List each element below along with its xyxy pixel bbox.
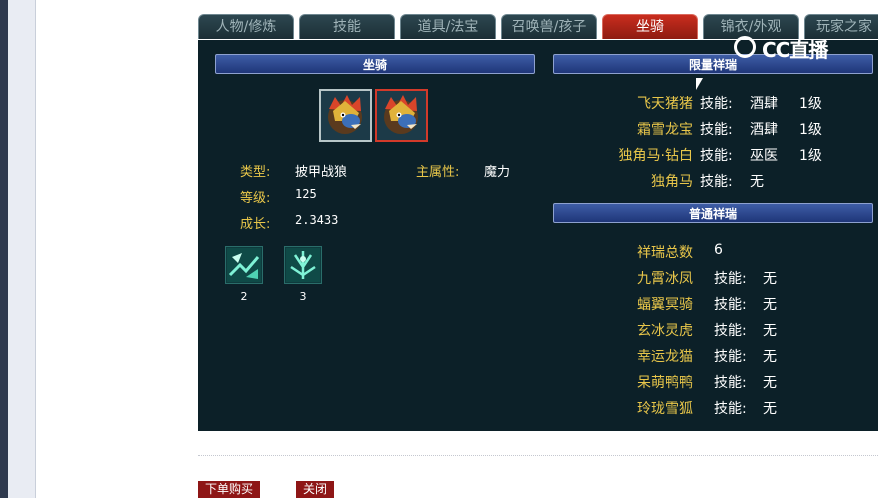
limited-item-skill-label: 技能: — [700, 174, 733, 190]
cc-live-watermark: CC直播 — [732, 34, 852, 62]
normal-item-name: 幸运龙猫 — [637, 349, 693, 365]
mount-type-value: 披甲战狼 — [295, 165, 348, 180]
limited-item-skill: 巫医 — [750, 148, 778, 164]
normal-total-value: 6 — [714, 242, 723, 258]
mount-panel: 坐骑 类型: 披甲战狼 主属性: 魔力 等级: 125 成长: 2.3433 2… — [198, 40, 878, 431]
watermark-text: CC直播 — [762, 38, 828, 62]
main-attr-value: 魔力 — [484, 165, 511, 180]
limited-item-skill-label: 技能: — [700, 148, 733, 164]
tab-mount[interactable]: 坐骑 — [602, 14, 698, 39]
normal-item-skill: 无 — [763, 297, 777, 313]
normal-item-skill: 无 — [763, 401, 777, 417]
limited-item-level: 1级 — [799, 148, 822, 164]
normal-item-skill-label: 技能: — [714, 401, 747, 417]
mouse-cursor-icon — [696, 78, 703, 90]
normal-item-skill-label: 技能: — [714, 323, 747, 339]
normal-item-skill: 无 — [763, 271, 777, 287]
normal-item-skill-label: 技能: — [714, 375, 747, 391]
limited-item-name: 飞天猪猪 — [637, 96, 693, 112]
normal-item-name: 九霄冰凤 — [637, 271, 693, 287]
normal-item-skill-label: 技能: — [714, 349, 747, 365]
normal-item-name: 蝠翼冥骑 — [637, 297, 693, 313]
limited-item-level: 1级 — [799, 96, 822, 112]
limited-item-skill-label: 技能: — [700, 122, 733, 138]
normal-item-name: 呆萌鸭鸭 — [637, 375, 693, 391]
limited-item-level: 1级 — [799, 122, 822, 138]
limited-item-skill: 无 — [750, 174, 764, 190]
tab-skills[interactable]: 技能 — [299, 14, 395, 39]
tab-pets[interactable]: 召唤兽/孩子 — [501, 14, 597, 39]
limited-item-skill: 酒肆 — [750, 122, 778, 138]
mount-type-label: 类型: — [240, 165, 271, 180]
normal-item-skill-label: 技能: — [714, 297, 747, 313]
mount-growth-label: 成长: — [240, 217, 271, 232]
main-attr-label: 主属性: — [416, 165, 460, 180]
buy-button[interactable]: 下单购买 — [198, 481, 260, 498]
normal-item-name: 玄冰灵虎 — [637, 323, 693, 339]
normal-section-header: 普通祥瑞 — [553, 203, 873, 223]
limited-item-skill: 酒肆 — [750, 96, 778, 112]
mount-wolf-icon[interactable] — [319, 89, 372, 142]
limited-item-name: 独角马·钻白 — [618, 148, 693, 164]
mount-skill-2-count: 3 — [299, 290, 307, 303]
close-button[interactable]: 关闭 — [296, 481, 334, 498]
normal-item-skill: 无 — [763, 349, 777, 365]
cc-logo-icon — [734, 36, 756, 58]
mount-skill-2-icon[interactable] — [284, 246, 322, 284]
normal-item-name: 玲珑雪狐 — [637, 401, 693, 417]
left-sidebar-strip — [0, 0, 8, 498]
mount-skill-1-icon[interactable] — [225, 246, 263, 284]
tab-character[interactable]: 人物/修炼 — [198, 14, 294, 39]
limited-item-name: 独角马 — [651, 174, 693, 190]
mount-level-label: 等级: — [240, 191, 271, 206]
footer-divider — [198, 455, 878, 456]
mount-level-value: 125 — [295, 187, 317, 201]
limited-item-skill-label: 技能: — [700, 96, 733, 112]
normal-item-skill: 无 — [763, 375, 777, 391]
normal-item-skill-label: 技能: — [714, 271, 747, 287]
mount-growth-value: 2.3433 — [295, 213, 339, 227]
normal-item-skill: 无 — [763, 323, 777, 339]
limited-item-name: 霜雪龙宝 — [637, 122, 693, 138]
tab-items[interactable]: 道具/法宝 — [400, 14, 496, 39]
normal-total-label: 祥瑞总数 — [637, 245, 693, 261]
mount-skill-1-count: 2 — [240, 290, 248, 303]
mount-section-header: 坐骑 — [215, 54, 535, 74]
left-sidebar-panel — [8, 0, 36, 498]
mount-wolf-icon-selected[interactable] — [375, 89, 428, 142]
